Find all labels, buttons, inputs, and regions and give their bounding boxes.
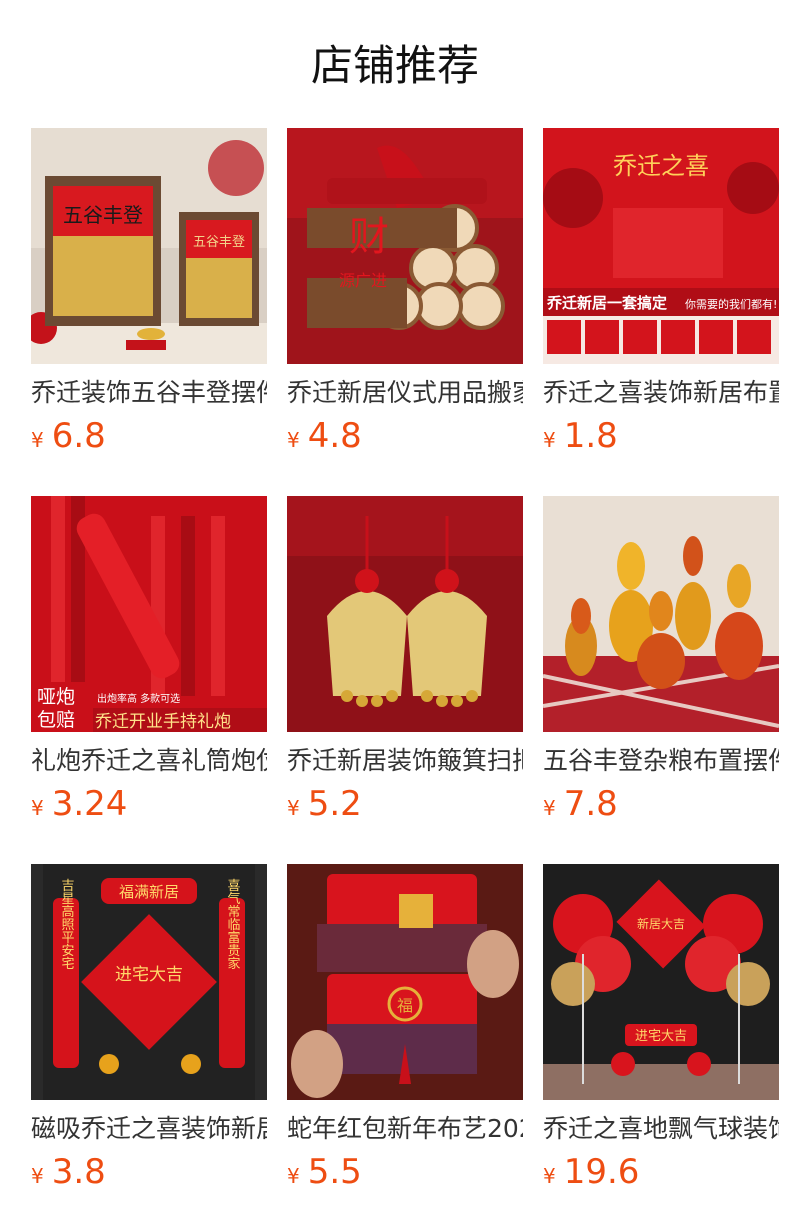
product-card[interactable]: 财 源广进 乔迁新居仪式用品搬家 ¥4.8 (287, 128, 523, 458)
thumb-label: 乔迁之喜 (613, 152, 709, 180)
currency-symbol: ¥ (543, 428, 556, 452)
product-name[interactable]: 五谷丰登杂粮布置摆件 (543, 744, 779, 778)
product-image[interactable] (287, 496, 523, 732)
thumb-label: 福满新居 (119, 883, 179, 901)
currency-symbol: ¥ (287, 796, 300, 820)
product-card[interactable]: 五谷丰登杂粮布置摆件 ¥7.8 (543, 496, 779, 826)
price-value: 5.5 (307, 1152, 362, 1192)
product-price: ¥4.8 (287, 416, 362, 456)
product-price: ¥6.8 (31, 416, 106, 456)
product-card[interactable]: 乔迁之喜 乔迁新居一套搞定 你需要的我们都有! 乔迁之喜装饰新居布置 ¥1.8 (543, 128, 779, 458)
currency-symbol: ¥ (287, 428, 300, 452)
product-name[interactable]: 乔迁之喜装饰新居布置 (543, 376, 779, 410)
product-price: ¥3.24 (31, 784, 127, 824)
thumb-label: 福 (397, 996, 413, 1015)
price-value: 5.2 (307, 784, 362, 824)
product-price: ¥1.8 (543, 416, 618, 456)
product-image[interactable]: 福满新居 进宅大吉 吉星高照平安宅 喜气常临富贵家 (31, 864, 267, 1100)
price-value: 1.8 (563, 416, 618, 456)
product-card[interactable]: 五谷丰登 五谷丰登 乔迁装饰五谷丰登摆件 ¥6.8 (31, 128, 267, 458)
product-name[interactable]: 乔迁之喜地飘气球装饰 (543, 1112, 779, 1146)
product-card[interactable]: 哑炮 包赔 乔迁开业手持礼炮 出炮率高 多款可选 礼炮乔迁之喜礼筒炮仗 ¥3.2… (31, 496, 267, 826)
currency-symbol: ¥ (287, 1164, 300, 1188)
product-image[interactable]: 哑炮 包赔 乔迁开业手持礼炮 出炮率高 多款可选 (31, 496, 267, 732)
currency-symbol: ¥ (543, 796, 556, 820)
thumb-label: 乔迁新居一套搞定 (546, 294, 667, 312)
product-image[interactable]: 乔迁之喜 乔迁新居一套搞定 你需要的我们都有! (543, 128, 779, 364)
price-value: 6.8 (51, 416, 106, 456)
thumb-label: 喜气常临富贵家 (225, 879, 241, 970)
price-value: 3.8 (51, 1152, 106, 1192)
thumb-label: 源广进 (339, 271, 387, 290)
product-card[interactable]: 福满新居 进宅大吉 吉星高照平安宅 喜气常临富贵家 磁吸乔迁之喜装饰新居 ¥3.… (31, 864, 267, 1194)
thumb-label: 出炮率高 多款可选 (97, 692, 180, 705)
thumb-label: 进宅大吉 (635, 1029, 687, 1044)
currency-symbol: ¥ (543, 1164, 556, 1188)
product-name[interactable]: 乔迁装饰五谷丰登摆件 (31, 376, 267, 410)
product-price: ¥3.8 (31, 1152, 106, 1192)
currency-symbol: ¥ (31, 428, 44, 452)
thumb-label: 吉星高照平安宅 (59, 879, 75, 970)
currency-symbol: ¥ (31, 796, 44, 820)
thumb-label: 新居大吉 (637, 916, 685, 931)
product-image[interactable]: 五谷丰登 五谷丰登 (31, 128, 267, 364)
product-name[interactable]: 乔迁新居仪式用品搬家 (287, 376, 523, 410)
product-image[interactable]: 财 源广进 (287, 128, 523, 364)
product-price: ¥19.6 (543, 1152, 639, 1192)
price-value: 4.8 (307, 416, 362, 456)
thumb-label: 包赔 (37, 709, 75, 731)
product-image[interactable]: 新居大吉 进宅大吉 (543, 864, 779, 1100)
price-value: 19.6 (563, 1152, 640, 1192)
thumb-label: 五谷丰登 (193, 235, 245, 250)
product-price: ¥5.5 (287, 1152, 362, 1192)
price-value: 7.8 (563, 784, 618, 824)
product-image[interactable]: 福 (287, 864, 523, 1100)
product-image[interactable] (543, 496, 779, 732)
currency-symbol: ¥ (31, 1164, 44, 1188)
page-title: 店铺推荐 (310, 41, 479, 90)
thumb-label: 进宅大吉 (115, 965, 183, 985)
product-card[interactable]: 福 蛇年红包新年布艺2025 ¥5.5 (287, 864, 523, 1194)
thumb-label: 哑炮 (37, 686, 75, 708)
product-name[interactable]: 乔迁新居装饰簸箕扫把 (287, 744, 523, 778)
thumb-label: 五谷丰登 (63, 203, 143, 227)
price-value: 3.24 (51, 784, 128, 824)
product-name[interactable]: 礼炮乔迁之喜礼筒炮仗 (31, 744, 267, 778)
product-name[interactable]: 磁吸乔迁之喜装饰新居 (31, 1112, 267, 1146)
product-price: ¥7.8 (543, 784, 618, 824)
product-name[interactable]: 蛇年红包新年布艺2025 (287, 1112, 523, 1146)
thumb-label: 乔迁开业手持礼炮 (95, 712, 231, 732)
product-card[interactable]: 新居大吉 进宅大吉 乔迁之喜地飘气球装饰 ¥19.6 (543, 864, 779, 1194)
product-price: ¥5.2 (287, 784, 362, 824)
product-card[interactable]: 乔迁新居装饰簸箕扫把 ¥5.2 (287, 496, 523, 826)
thumb-label: 你需要的我们都有! (685, 297, 777, 311)
thumb-label: 财 (349, 214, 389, 260)
